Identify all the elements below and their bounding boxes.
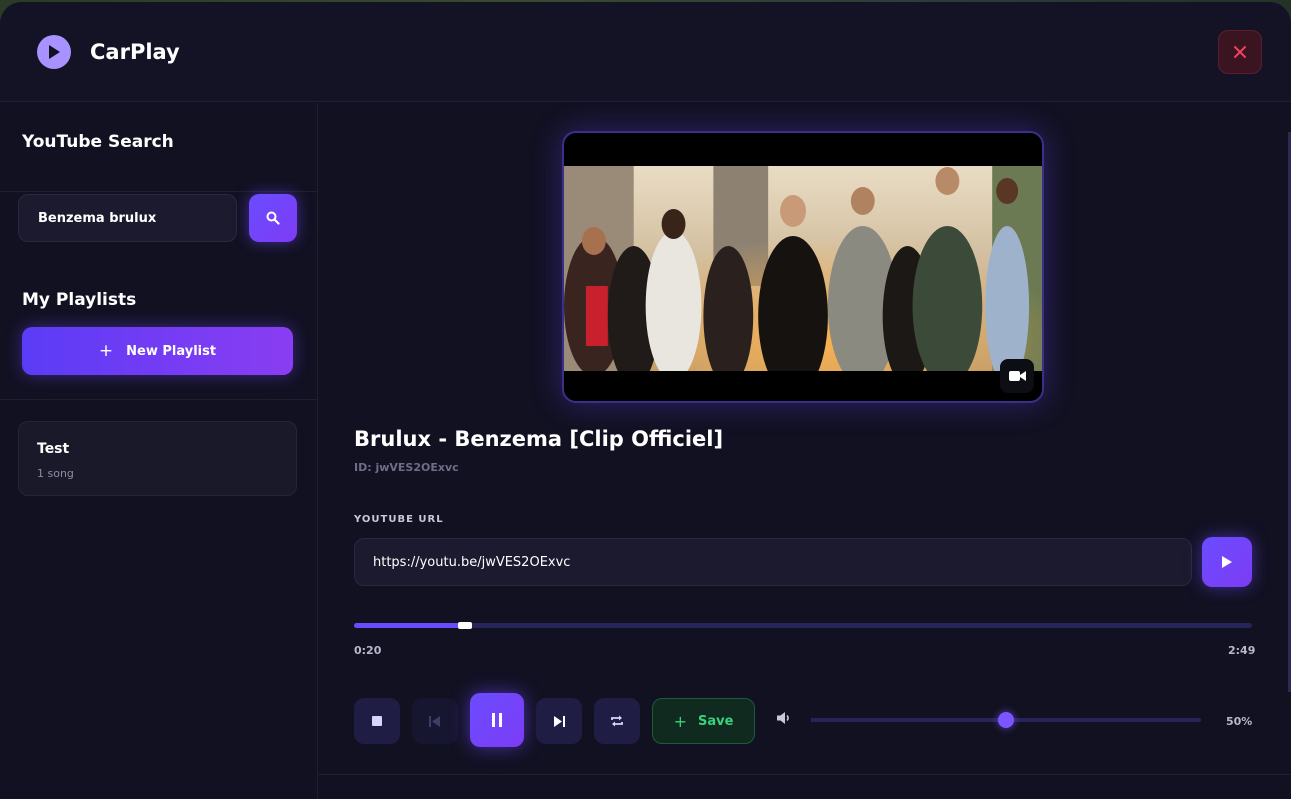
video-camera-icon[interactable] bbox=[1000, 359, 1034, 393]
app-header: CarPlay bbox=[0, 2, 1291, 102]
progress-bar[interactable] bbox=[354, 622, 1252, 629]
stop-icon bbox=[372, 716, 382, 726]
app-title: CarPlay bbox=[90, 40, 180, 64]
save-label: Save bbox=[697, 713, 734, 729]
play-circle-icon bbox=[37, 35, 71, 69]
song-id: ID: jwVES2OExvc bbox=[354, 461, 459, 474]
volume-percentage: 50% bbox=[1226, 715, 1253, 728]
repeat-button[interactable] bbox=[594, 698, 640, 744]
current-time: 0:20 bbox=[354, 644, 382, 657]
playlist-song-count: 1 song bbox=[37, 467, 74, 480]
repeat-icon bbox=[611, 715, 623, 727]
play-icon bbox=[1222, 556, 1232, 568]
progress-fill bbox=[354, 623, 460, 628]
volume-icon[interactable] bbox=[776, 710, 792, 729]
save-button[interactable]: + Save bbox=[652, 698, 755, 744]
new-playlist-button[interactable]: + New Playlist bbox=[22, 327, 293, 375]
pause-button[interactable] bbox=[470, 693, 524, 747]
video-thumbnail bbox=[564, 166, 1042, 371]
song-title: Brulux - Benzema [Clip Officiel] bbox=[354, 427, 724, 451]
previous-button[interactable] bbox=[412, 698, 458, 744]
skip-next-icon bbox=[554, 715, 565, 727]
search-heading: YouTube Search bbox=[22, 132, 174, 152]
url-label: YOUTUBE URL bbox=[354, 514, 444, 525]
divider bbox=[0, 191, 318, 192]
stop-button[interactable] bbox=[354, 698, 400, 744]
close-icon bbox=[1234, 46, 1246, 58]
player-panel: Brulux - Benzema [Clip Officiel] ID: jwV… bbox=[318, 103, 1291, 799]
playlists-heading: My Playlists bbox=[22, 290, 137, 310]
new-playlist-label: New Playlist bbox=[126, 343, 217, 359]
pause-icon bbox=[492, 713, 502, 727]
youtube-url-input[interactable] bbox=[354, 538, 1192, 586]
plus-icon: + bbox=[673, 711, 687, 731]
volume-fill bbox=[811, 718, 1006, 722]
close-button[interactable] bbox=[1218, 30, 1262, 74]
video-player[interactable] bbox=[562, 131, 1044, 403]
carplay-window: CarPlay YouTube Search My Playlists + Ne… bbox=[0, 2, 1291, 799]
volume-thumb[interactable] bbox=[998, 712, 1014, 728]
duration: 2:49 bbox=[1228, 644, 1256, 657]
skip-previous-icon bbox=[429, 715, 440, 727]
plus-icon: + bbox=[98, 341, 114, 361]
sidebar: YouTube Search My Playlists + New Playli… bbox=[0, 103, 318, 799]
search-button[interactable] bbox=[249, 194, 297, 242]
playlist-item[interactable]: Test 1 song bbox=[18, 421, 297, 496]
search-icon bbox=[266, 211, 280, 225]
playlist-name: Test bbox=[37, 441, 70, 457]
search-input[interactable] bbox=[18, 194, 237, 242]
next-button[interactable] bbox=[536, 698, 582, 744]
divider bbox=[318, 774, 1291, 775]
load-url-button[interactable] bbox=[1202, 537, 1252, 587]
progress-thumb[interactable] bbox=[457, 622, 472, 629]
volume-slider[interactable] bbox=[811, 712, 1201, 728]
divider bbox=[0, 399, 318, 400]
